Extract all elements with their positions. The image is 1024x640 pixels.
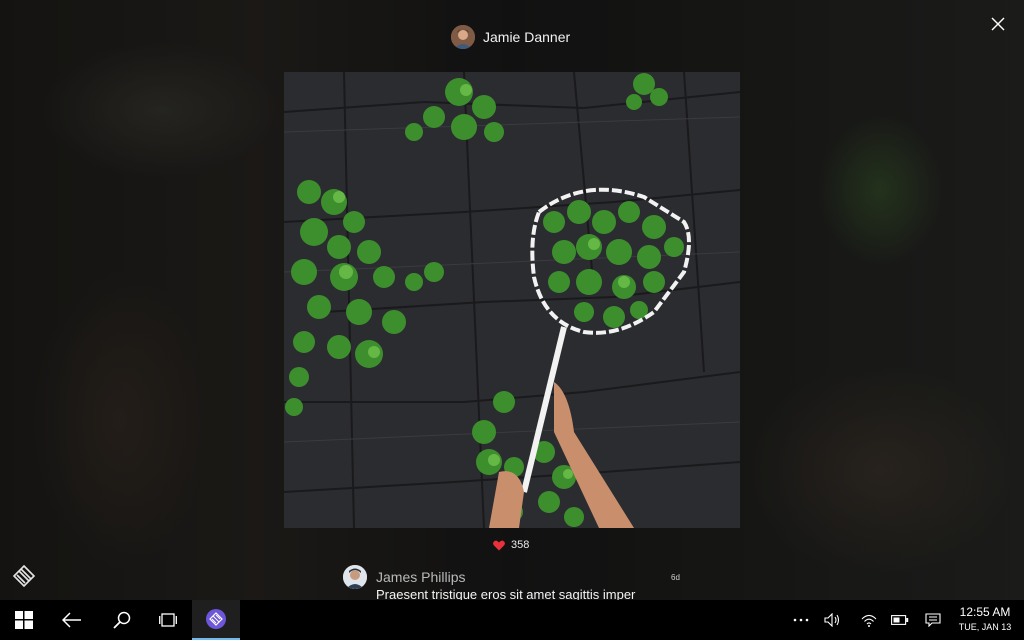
commenter-name[interactable]: James Phillips	[376, 569, 465, 585]
search-icon	[113, 611, 131, 629]
taskbar-clock[interactable]: 12:55 AM TUE, JAN 13	[950, 604, 1020, 634]
task-view-icon	[159, 613, 177, 627]
more-dots-icon	[793, 618, 809, 622]
post-header: Jamie Danner	[451, 24, 570, 50]
taskbar: 12:55 AM TUE, JAN 13	[0, 600, 1024, 640]
close-button[interactable]	[986, 12, 1010, 36]
app-icon	[206, 609, 226, 629]
network-button[interactable]	[854, 600, 884, 640]
clock-date: TUE, JAN 13	[958, 622, 1012, 632]
battery-button[interactable]	[885, 600, 915, 640]
windows-start-icon	[15, 611, 33, 629]
photo-image	[284, 72, 740, 528]
wifi-icon	[861, 614, 877, 627]
author-name[interactable]: Jamie Danner	[483, 29, 570, 45]
heart-icon[interactable]	[493, 540, 505, 551]
volume-button[interactable]	[818, 600, 848, 640]
commenter-avatar[interactable]	[343, 565, 367, 589]
likes-count: 358	[511, 539, 530, 551]
volume-icon	[824, 613, 840, 627]
start-button[interactable]	[0, 600, 48, 640]
back-arrow-icon	[62, 612, 81, 628]
task-view-button[interactable]	[144, 600, 192, 640]
back-button[interactable]	[48, 600, 96, 640]
app-logo-button[interactable]	[12, 564, 36, 588]
search-button[interactable]	[98, 600, 146, 640]
action-center-icon	[925, 613, 941, 627]
post-photo[interactable]	[284, 72, 740, 528]
taskbar-app-button[interactable]	[192, 600, 240, 640]
close-icon	[991, 17, 1005, 31]
battery-icon	[891, 615, 909, 625]
more-button[interactable]	[786, 600, 816, 640]
action-center-button[interactable]	[918, 600, 948, 640]
app-logo-icon	[12, 564, 36, 588]
author-avatar[interactable]	[451, 25, 475, 49]
comment-time: 6d	[671, 573, 680, 582]
clock-time: 12:55 AM	[959, 605, 1011, 619]
likes-row: 358	[493, 539, 529, 551]
